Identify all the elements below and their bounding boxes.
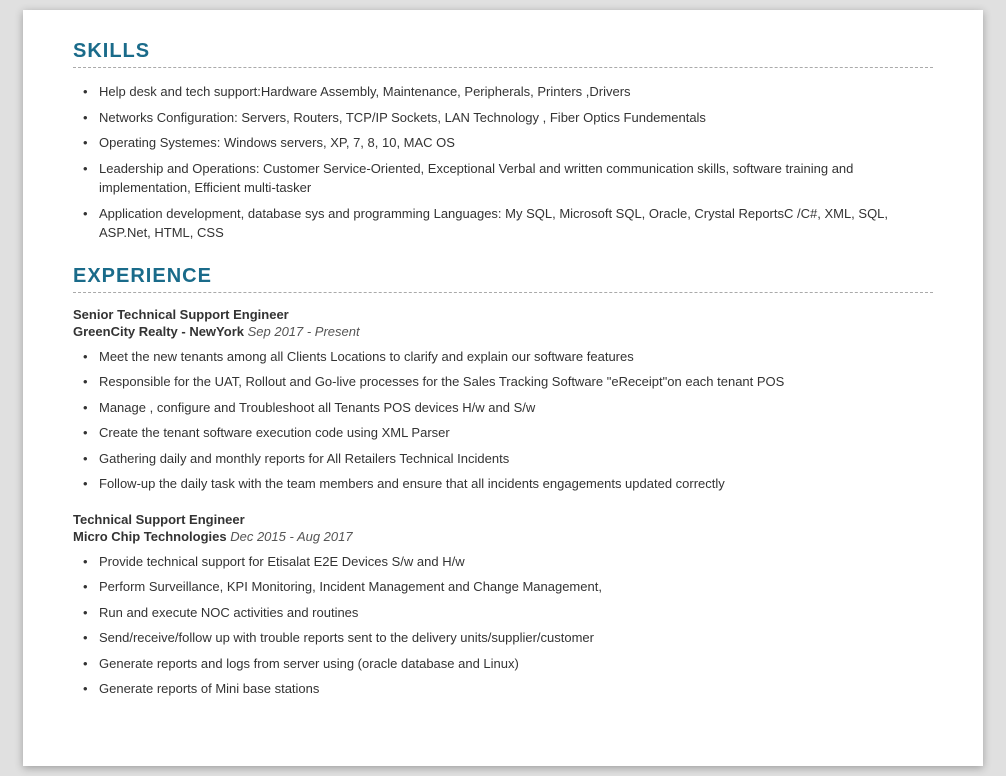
skills-list: Help desk and tech support:Hardware Asse… — [73, 82, 933, 243]
job-date: Sep 2017 - Present — [244, 324, 360, 339]
experience-divider — [73, 292, 933, 293]
company-name: GreenCity Realty - NewYork — [73, 324, 244, 339]
skill-item: Networks Configuration: Servers, Routers… — [83, 108, 933, 128]
job-bullet-item: Perform Surveillance, KPI Monitoring, In… — [83, 577, 933, 597]
job-meta: Micro Chip Technologies Dec 2015 - Aug 2… — [73, 529, 933, 544]
job-bullet-item: Generate reports and logs from server us… — [83, 654, 933, 674]
job-bullet-item: Gathering daily and monthly reports for … — [83, 449, 933, 469]
job-bullet-item: Generate reports of Mini base stations — [83, 679, 933, 699]
skill-item: Help desk and tech support:Hardware Asse… — [83, 82, 933, 102]
experience-section: EXPERIENCE Senior Technical Support Engi… — [73, 265, 933, 699]
job-bullet-item: Responsible for the UAT, Rollout and Go-… — [83, 372, 933, 392]
job-block: Senior Technical Support Engineer GreenCi… — [73, 307, 933, 494]
experience-title: EXPERIENCE — [73, 265, 933, 288]
job-date: Dec 2015 - Aug 2017 — [227, 529, 353, 544]
skills-title: SKILLS — [73, 40, 933, 63]
job-bullet-item: Meet the new tenants among all Clients L… — [83, 347, 933, 367]
skills-divider — [73, 67, 933, 68]
company-name: Micro Chip Technologies — [73, 529, 227, 544]
skills-section: SKILLS Help desk and tech support:Hardwa… — [73, 40, 933, 243]
job-title: Senior Technical Support Engineer — [73, 307, 933, 322]
job-title: Technical Support Engineer — [73, 512, 933, 527]
skill-item: Application development, database sys an… — [83, 204, 933, 243]
job-meta: GreenCity Realty - NewYork Sep 2017 - Pr… — [73, 324, 933, 339]
job-bullets: Provide technical support for Etisalat E… — [73, 552, 933, 699]
resume-page: SKILLS Help desk and tech support:Hardwa… — [23, 10, 983, 766]
job-bullet-item: Manage , configure and Troubleshoot all … — [83, 398, 933, 418]
skill-item: Leadership and Operations: Customer Serv… — [83, 159, 933, 198]
job-bullet-item: Run and execute NOC activities and routi… — [83, 603, 933, 623]
skill-item: Operating Systemes: Windows servers, XP,… — [83, 133, 933, 153]
job-bullets: Meet the new tenants among all Clients L… — [73, 347, 933, 494]
job-bullet-item: Follow-up the daily task with the team m… — [83, 474, 933, 494]
jobs-container: Senior Technical Support Engineer GreenCi… — [73, 307, 933, 699]
job-bullet-item: Send/receive/follow up with trouble repo… — [83, 628, 933, 648]
job-bullet-item: Provide technical support for Etisalat E… — [83, 552, 933, 572]
job-bullet-item: Create the tenant software execution cod… — [83, 423, 933, 443]
job-block: Technical Support Engineer Micro Chip Tec… — [73, 512, 933, 699]
